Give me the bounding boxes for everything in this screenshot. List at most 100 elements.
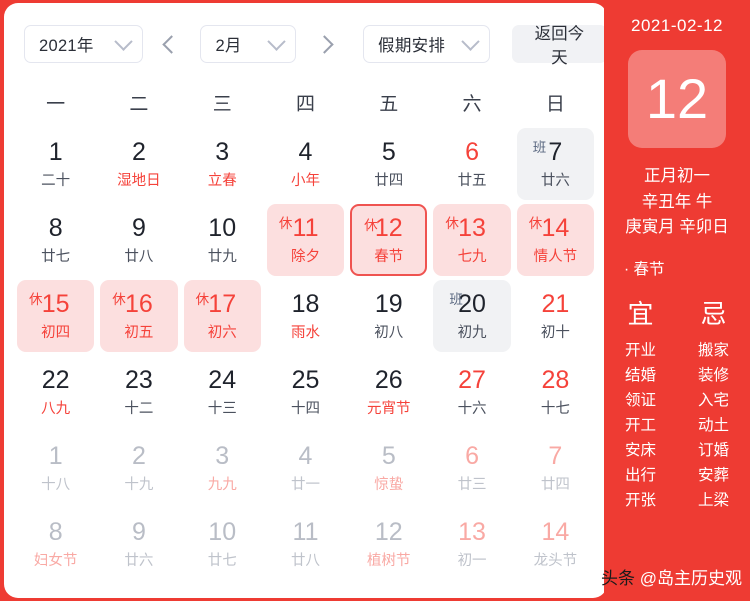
day-cell[interactable]: 4 小年 — [267, 128, 344, 200]
day-cell[interactable]: 1 十八 — [17, 432, 94, 504]
day-cell[interactable]: 8 廿七 — [17, 204, 94, 276]
day-number: 15 — [41, 289, 70, 318]
day-cell[interactable]: 27 十六 — [433, 356, 510, 428]
day-number: 3 — [215, 137, 230, 166]
day-number: 6 — [465, 441, 480, 470]
yi-item: 领证 — [624, 391, 656, 409]
day-cell[interactable]: 24 十三 — [184, 356, 261, 428]
calendar-toolbar: 2021年 2月 假期安排 返回今天 — [4, 3, 608, 85]
ganzhi-month-day-text: 庚寅月 辛卯日 — [625, 218, 729, 237]
day-cell[interactable]: 10 廿九 — [184, 204, 261, 276]
day-cell[interactable]: 休 12 春节 — [350, 204, 428, 276]
day-cell[interactable]: 3 九九 — [184, 432, 261, 504]
day-cell[interactable]: 9 廿六 — [100, 508, 177, 580]
yi-item: 安床 — [624, 442, 656, 460]
day-cell[interactable]: 22 八九 — [17, 356, 94, 428]
weekday-label-5: 六 — [462, 94, 482, 115]
day-cell[interactable]: 7 廿四 — [517, 432, 594, 504]
day-lunar-label: 七九 — [457, 248, 487, 265]
day-lunar-label: 廿九 — [207, 248, 237, 265]
day-number: 1 — [48, 441, 63, 470]
yi-heading: 宜 — [627, 298, 654, 329]
day-lunar-label: 初一 — [457, 552, 487, 569]
day-lunar-label: 初八 — [374, 324, 404, 341]
day-cell[interactable]: 休 16 初五 — [100, 280, 178, 352]
day-cell[interactable]: 11 廿八 — [267, 508, 344, 580]
day-cell[interactable]: 2 十九 — [100, 432, 177, 504]
day-number: 17 — [208, 289, 237, 318]
day-number: 4 — [298, 441, 313, 470]
day-lunar-label: 小年 — [290, 172, 320, 189]
ji-item: 上梁 — [697, 492, 729, 510]
day-cell[interactable]: 25 十四 — [267, 356, 344, 428]
watermark-account: @岛主历史观 — [635, 569, 742, 588]
month-select[interactable]: 2月 — [200, 25, 296, 63]
yi-item: 开张 — [624, 492, 656, 510]
day-lunar-label: 植树节 — [367, 552, 411, 569]
day-cell[interactable]: 6 廿五 — [433, 128, 510, 200]
calendar-card: 2021年 2月 假期安排 返回今天 一 二 三 四 五 六 日 1 二十 2 … — [4, 3, 608, 598]
work-day-badge: 班 — [532, 140, 547, 155]
day-cell[interactable]: 8 妇女节 — [17, 508, 94, 580]
day-lunar-label: 十四 — [290, 400, 320, 417]
day-lunar-label: 廿一 — [290, 476, 320, 493]
day-cell[interactable]: 26 元宵节 — [350, 356, 427, 428]
day-lunar-label: 雨水 — [290, 324, 320, 341]
year-select[interactable]: 2021年 — [24, 25, 144, 63]
day-cell[interactable]: 2 湿地日 — [100, 128, 177, 200]
yi-item: 结婚 — [624, 366, 656, 384]
day-cell[interactable]: 10 廿七 — [184, 508, 261, 580]
date-detail-panel: 2021-02-12 12 正月初一 辛丑年 牛 庚寅月 辛卯日 · 春节 宜 … — [604, 0, 750, 601]
day-lunar-label: 龙头节 — [533, 552, 578, 569]
day-cell[interactable]: 休 11 除夕 — [266, 204, 345, 276]
next-month-button[interactable] — [310, 25, 340, 63]
day-number: 21 — [541, 289, 570, 318]
festival-text: · 春节 — [624, 260, 665, 278]
day-number: 28 — [541, 365, 570, 394]
day-number: 6 — [465, 137, 480, 166]
day-cell[interactable]: 休 13 七九 — [433, 204, 511, 276]
day-cell[interactable]: 28 十七 — [517, 356, 594, 428]
watermark-tag: 头条 — [601, 569, 636, 588]
weekday-label-4: 五 — [379, 94, 399, 115]
day-cell[interactable]: 18 雨水 — [267, 280, 344, 352]
day-cell[interactable]: 14 龙头节 — [517, 508, 594, 580]
selected-day-number: 12 — [645, 67, 709, 130]
day-number: 8 — [48, 213, 63, 242]
day-cell[interactable]: 班 7 廿六 — [516, 128, 594, 200]
day-cell[interactable]: 6 廿三 — [433, 432, 510, 504]
day-cell[interactable]: 3 立春 — [184, 128, 261, 200]
day-cell[interactable]: 休 17 初六 — [183, 280, 261, 352]
day-lunar-label: 廿四 — [374, 172, 404, 189]
day-cell[interactable]: 4 廿一 — [267, 432, 344, 504]
day-cell[interactable]: 13 初一 — [433, 508, 510, 580]
day-cell[interactable]: 23 十二 — [100, 356, 177, 428]
holiday-filter-select[interactable]: 假期安排 — [363, 25, 490, 63]
day-cell[interactable]: 5 惊蛰 — [350, 432, 427, 504]
yi-item: 出行 — [624, 467, 656, 485]
day-cell[interactable]: 19 初八 — [350, 280, 427, 352]
day-cell[interactable]: 休 15 初四 — [17, 280, 95, 352]
day-cell[interactable]: 12 植树节 — [350, 508, 427, 580]
back-to-today-button[interactable]: 返回今天 — [511, 25, 608, 67]
day-lunar-label: 立春 — [207, 172, 237, 189]
day-lunar-label: 廿六 — [540, 172, 570, 189]
day-number: 19 — [374, 289, 403, 318]
day-lunar-label: 惊蛰 — [374, 476, 404, 493]
day-lunar-label: 春节 — [374, 248, 404, 265]
chevron-left-icon — [162, 34, 181, 54]
weekday-label-1: 二 — [129, 94, 149, 115]
rest-day-badge: 休 — [112, 292, 126, 307]
day-lunar-label: 初六 — [207, 324, 237, 341]
day-cell[interactable]: 1 二十 — [17, 128, 94, 200]
day-cell[interactable]: 休 14 情人节 — [516, 204, 594, 276]
day-lunar-label: 十三 — [207, 400, 237, 417]
day-number: 11 — [292, 213, 319, 242]
day-cell[interactable]: 9 廿八 — [100, 204, 177, 276]
chevron-down-icon — [114, 31, 133, 51]
prev-month-button[interactable] — [157, 25, 187, 63]
day-number: 12 — [374, 517, 403, 546]
day-cell[interactable]: 班 20 初九 — [433, 280, 511, 352]
day-cell[interactable]: 5 廿四 — [350, 128, 427, 200]
day-cell[interactable]: 21 初十 — [517, 280, 594, 352]
